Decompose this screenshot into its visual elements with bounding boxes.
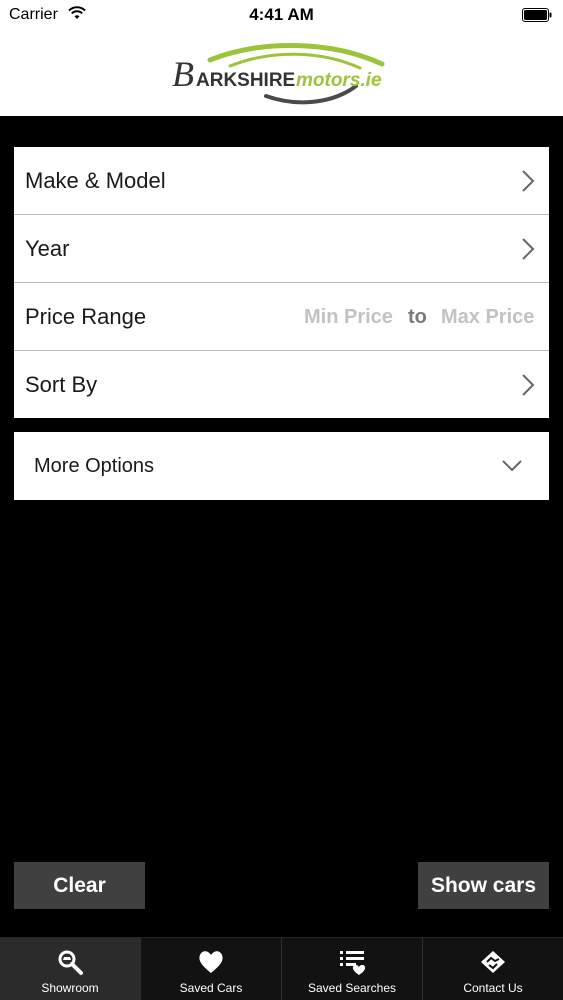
barkshire-motors-logo: B ARKSHIRE motors.ie [172, 43, 385, 105]
filter-row-sort-by[interactable]: Sort By [14, 351, 549, 418]
search-car-icon [58, 950, 83, 975]
year-label: Year [25, 236, 70, 261]
tab-saved-searches[interactable]: Saved Searches [282, 938, 423, 1000]
price-range-label: Price Range [25, 304, 147, 329]
price-separator: to [408, 306, 427, 328]
filter-row-price-range: Price Range Min Price to Max Price [14, 283, 549, 351]
tab-contact-us-label: Contact Us [463, 981, 523, 995]
app-header: Carrier 4:41 AM B ARKSHIRE motors.ie [0, 0, 563, 116]
search-filters-card: Make & Model Year Price Range Min Price … [14, 147, 549, 418]
filter-row-make-model[interactable]: Make & Model [14, 147, 549, 215]
more-options-row[interactable]: More Options [14, 432, 549, 500]
clear-button[interactable]: Clear [14, 862, 145, 909]
tab-bar: Showroom Saved Cars Saved Searches Conta… [0, 937, 563, 1000]
make-model-label: Make & Model [25, 168, 166, 193]
svg-text:B: B [172, 54, 194, 94]
sort-by-label: Sort By [25, 372, 98, 397]
status-bar: Carrier 4:41 AM [0, 0, 563, 30]
min-price-input[interactable]: Min Price [304, 306, 393, 329]
clock: 4:41 AM [249, 5, 314, 24]
tab-saved-cars[interactable]: Saved Cars [141, 938, 282, 1000]
max-price-input[interactable]: Max Price [441, 306, 534, 329]
handshake-icon [481, 951, 505, 973]
heart-icon [199, 951, 223, 973]
svg-text:motors.ie: motors.ie [296, 70, 382, 91]
battery-icon [522, 8, 552, 22]
chevron-right-icon [522, 374, 535, 396]
tab-saved-searches-label: Saved Searches [307, 981, 397, 995]
tab-showroom-label: Showroom [41, 981, 99, 995]
tab-contact-us[interactable]: Contact Us [423, 938, 563, 1000]
show-cars-button[interactable]: Show cars [418, 862, 549, 909]
filter-row-year[interactable]: Year [14, 215, 549, 283]
svg-text:ARKSHIRE: ARKSHIRE [196, 70, 295, 91]
list-heart-icon [340, 951, 366, 975]
more-options-label: More Options [34, 455, 155, 477]
tab-saved-cars-label: Saved Cars [179, 981, 243, 995]
chevron-right-icon [522, 238, 535, 260]
chevron-down-icon [502, 460, 522, 472]
tab-showroom[interactable]: Showroom [0, 938, 141, 1000]
chevron-right-icon [522, 170, 535, 192]
